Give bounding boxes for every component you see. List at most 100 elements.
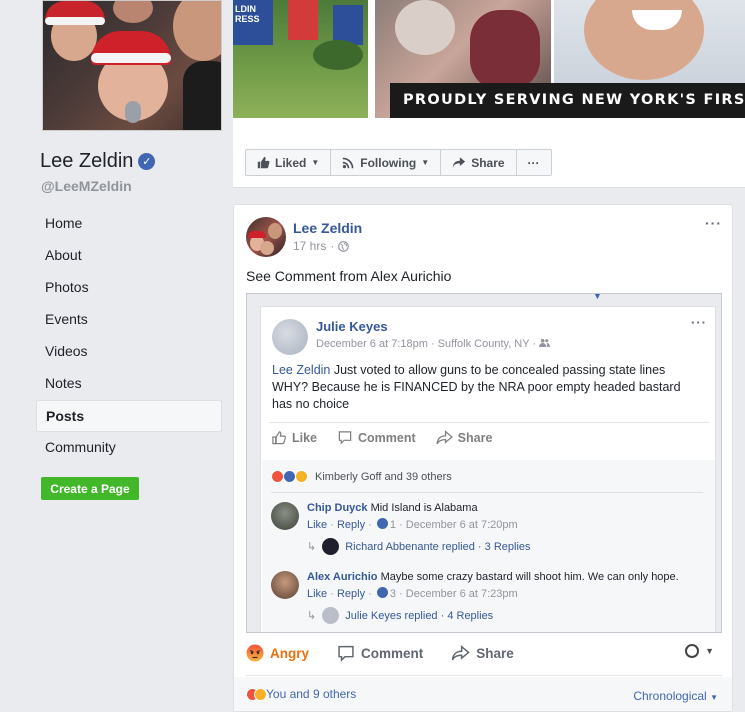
page-profile-picture[interactable] xyxy=(42,0,222,131)
comment-text: Alex Aurichio Maybe some crazy bastard w… xyxy=(307,571,679,583)
sort-label: Chronological xyxy=(633,689,707,703)
share-label: Share xyxy=(476,645,514,661)
embedded-post-text: Lee Zeldin Just voted to allow guns to b… xyxy=(272,362,697,413)
comment-like-count: 1 xyxy=(389,519,396,531)
embedded-share: Share xyxy=(436,430,492,445)
page-handle[interactable]: @LeeMZeldin xyxy=(41,178,132,194)
dot-separator: · xyxy=(330,239,335,253)
comment-like-count: 3 xyxy=(389,588,396,600)
nav-item-events[interactable]: Events xyxy=(36,304,222,336)
share-label: Share xyxy=(471,155,505,170)
comment-label: Comment xyxy=(361,645,424,661)
wow-reaction-icon xyxy=(295,470,308,483)
replier-avatar xyxy=(322,607,340,624)
cover-sign-text: LDIN xyxy=(235,4,256,14)
comment-time: December 6 at 7:20pm xyxy=(405,519,518,531)
cover-banner-text: PROUDLY SERVING NEW YORK'S FIRST CONGRES… xyxy=(390,83,745,118)
post-action-bar: Angry Comment Share ▼ xyxy=(234,636,732,670)
page-actions-bar: Liked ▼ Following ▼ Share ··· xyxy=(233,118,745,188)
post-options-button[interactable]: ··· xyxy=(705,215,722,231)
nav-item-notes[interactable]: Notes xyxy=(36,368,222,400)
share-arrow-icon xyxy=(452,645,470,661)
thumbs-up-icon xyxy=(257,156,270,169)
embedded-reactions: Kimberly Goff and 39 others xyxy=(271,470,452,483)
reply-arrow-icon: ↳ xyxy=(307,541,317,553)
nav-item-community[interactable]: Community xyxy=(36,432,222,464)
comment-replies-text: Julie Keyes replied · 4 Replies xyxy=(345,609,494,622)
divider xyxy=(271,492,703,493)
embedded-meta-text: December 6 at 7:18pm · Suffolk County, N… xyxy=(316,338,540,350)
liked-label: Liked xyxy=(275,155,307,170)
nav-item-videos[interactable]: Videos xyxy=(36,336,222,368)
comment-body: Mid Island is Alabama xyxy=(370,502,478,514)
like-count-icon xyxy=(376,587,388,598)
thumbs-up-outline-icon xyxy=(272,431,286,445)
embedded-actions: Like Comment Share xyxy=(269,422,709,452)
comment-time: December 6 at 7:23pm xyxy=(405,588,518,600)
following-label: Following xyxy=(360,155,417,170)
comment-body: Maybe some crazy bastard will shoot him.… xyxy=(380,571,679,583)
comment-sort-dropdown[interactable]: Chronological ▼ xyxy=(633,689,718,703)
embedded-comment-label: Comment xyxy=(358,430,416,445)
page-seal-icon xyxy=(685,644,700,658)
share-arrow-icon xyxy=(436,430,453,445)
divider xyxy=(246,675,722,676)
comment-text: Chip Duyck Mid Island is Alabama xyxy=(307,502,478,514)
create-page-button[interactable]: Create a Page xyxy=(41,477,139,500)
comment-reply-link: Reply xyxy=(336,519,366,531)
share-page-button[interactable]: Share xyxy=(440,149,517,176)
following-button[interactable]: Following ▼ xyxy=(330,149,442,176)
commenter-avatar xyxy=(271,502,299,530)
comment-button[interactable]: Comment xyxy=(337,645,423,662)
chevron-down-icon: ▼ xyxy=(421,158,430,167)
comment-reply-link: Reply xyxy=(336,588,366,600)
share-arrow-icon xyxy=(453,157,466,168)
comment-meta: Like · Reply · 1 · December 6 at 7:20pm xyxy=(307,518,518,531)
post-author-name[interactable]: Lee Zeldin xyxy=(293,220,362,236)
commenter-avatar xyxy=(271,571,299,599)
embedded-options-icon: ··· xyxy=(691,315,707,330)
comment-replies-text: Richard Abbenante replied · 3 Replies xyxy=(345,540,531,553)
embedded-author-name: Julie Keyes xyxy=(316,319,388,334)
post-card: Lee Zeldin 17 hrs · ··· See Comment from… xyxy=(233,204,733,712)
embedded-like-label: Like xyxy=(292,430,318,445)
share-button[interactable]: Share xyxy=(451,645,514,661)
nav-item-home[interactable]: Home xyxy=(36,208,222,240)
caret-down-icon: ▼ xyxy=(593,293,602,301)
cover-photo[interactable]: LDIN RESS PROUDLY SERVING NEW YORK'S FIR… xyxy=(233,0,745,118)
chevron-down-icon: ▼ xyxy=(705,646,714,656)
post-as-selector[interactable]: ▼ xyxy=(685,644,714,658)
angry-face-icon xyxy=(246,644,264,662)
like-count-icon xyxy=(376,518,388,529)
page-nav: Home About Photos Events Videos Notes Po… xyxy=(36,208,222,464)
chevron-down-icon: ▼ xyxy=(710,693,718,702)
commenter-name: Alex Aurichio xyxy=(307,571,378,583)
embedded-comments: Kimberly Goff and 39 others Chip Duyck M… xyxy=(262,460,715,632)
post-timestamp[interactable]: 17 hrs · xyxy=(293,239,350,253)
post-author-avatar[interactable] xyxy=(246,217,286,257)
reply-arrow-icon: ↳ xyxy=(307,610,317,622)
post-image[interactable]: ▼ Julie Keyes December 6 at 7:18pm · Suf… xyxy=(246,293,722,633)
nav-item-photos[interactable]: Photos xyxy=(36,272,222,304)
nav-item-about[interactable]: About xyxy=(36,240,222,272)
embedded-reactions-text: Kimberly Goff and 39 others xyxy=(315,470,452,483)
embedded-post: Julie Keyes December 6 at 7:18pm · Suffo… xyxy=(260,306,716,632)
embedded-body: Just voted to allow guns to be concealed… xyxy=(272,363,681,411)
nav-item-posts[interactable]: Posts xyxy=(36,400,222,432)
embedded-like: Like xyxy=(271,430,317,445)
embedded-post-meta: December 6 at 7:18pm · Suffolk County, N… xyxy=(316,338,551,350)
comment-like-link: Like xyxy=(307,588,328,600)
globe-icon xyxy=(338,240,350,252)
verified-badge-icon: ✓ xyxy=(138,153,156,170)
post-time-text: 17 hrs xyxy=(293,239,327,253)
comment-meta: Like · Reply · 3 · December 6 at 7:23pm xyxy=(307,587,518,600)
liked-button[interactable]: Liked ▼ xyxy=(245,149,332,176)
comment-replies-link: ↳ Julie Keyes replied · 4 Replies xyxy=(307,607,493,624)
angry-reaction-button[interactable]: Angry xyxy=(246,644,309,662)
page-title[interactable]: Lee Zeldin ✓ xyxy=(40,150,156,173)
cover-sign-text-2: RESS xyxy=(235,14,260,24)
commenter-name: Chip Duyck xyxy=(307,502,368,514)
more-options-button[interactable]: ··· xyxy=(515,149,552,176)
rss-feed-icon xyxy=(343,157,354,169)
reactions-count-link[interactable]: You and 9 others xyxy=(266,687,356,701)
